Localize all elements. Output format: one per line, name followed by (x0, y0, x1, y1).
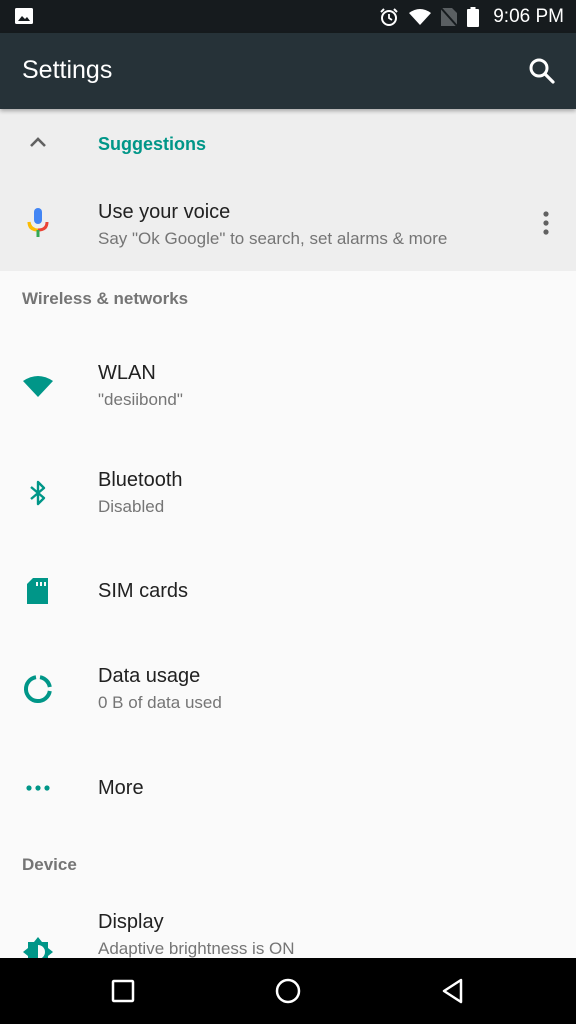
battery-icon (467, 6, 480, 27)
item-title: Bluetooth (98, 468, 183, 491)
sim-card-icon (27, 577, 48, 604)
item-summary: 0 B of data used (98, 692, 222, 712)
section-header-device: Device (22, 855, 77, 874)
back-icon[interactable] (435, 973, 471, 1009)
suggestions-label: Suggestions (98, 134, 207, 154)
settings-item-wlan[interactable]: WLAN "desiibond" (0, 329, 576, 443)
item-summary: "desiibond" (98, 390, 183, 409)
alarm-icon (380, 7, 398, 26)
bluetooth-icon (30, 480, 46, 505)
item-title: SIM cards (98, 579, 189, 602)
recents-icon[interactable] (105, 973, 141, 1009)
settings-item-sim-cards[interactable]: SIM cards (0, 542, 576, 639)
search-icon[interactable] (526, 55, 558, 87)
suggestion-title: Use your voice (98, 201, 231, 223)
settings-item-bluetooth[interactable]: Bluetooth Disabled (0, 443, 576, 542)
settings-item-data-usage[interactable]: Data usage 0 B of data used (0, 639, 576, 738)
suggestions-panel: Suggestions Use your voice Say "Ok Googl… (0, 109, 576, 271)
home-icon[interactable] (270, 973, 306, 1009)
suggestions-header[interactable]: Suggestions (0, 109, 576, 179)
brightness-icon (23, 937, 53, 958)
suggestion-use-your-voice[interactable]: Use your voice Say "Ok Google" to search… (0, 179, 576, 271)
item-summary: Adaptive brightness is ON (98, 939, 295, 958)
no-sim-icon (441, 6, 458, 27)
item-title: Data usage (98, 664, 201, 687)
more-vert-icon[interactable] (538, 209, 554, 237)
more-horiz-icon (26, 784, 50, 791)
status-bar: 9:06 PM (0, 0, 576, 33)
image-notification-icon (15, 8, 33, 24)
settings-list[interactable]: Suggestions Use your voice Say "Ok Googl… (0, 109, 576, 958)
page-title: Settings (22, 56, 113, 84)
settings-item-display[interactable]: Display Adaptive brightness is ON (0, 895, 576, 958)
item-title: Display (98, 911, 164, 933)
item-summary: Disabled (98, 496, 165, 516)
wifi-icon (23, 376, 53, 397)
settings-item-more[interactable]: More (0, 738, 576, 837)
clock: 9:06 PM (493, 5, 564, 27)
google-mic-icon (27, 208, 49, 237)
chevron-up-icon (30, 137, 46, 147)
section-header-wireless: Wireless & networks (22, 289, 189, 308)
item-title: More (98, 776, 144, 799)
navigation-bar (0, 958, 576, 1024)
wifi-icon (409, 8, 432, 25)
item-title: WLAN (98, 362, 156, 384)
app-bar: Settings (0, 33, 576, 109)
data-usage-icon (23, 674, 52, 703)
suggestion-summary: Say "Ok Google" to search, set alarms & … (98, 229, 448, 248)
